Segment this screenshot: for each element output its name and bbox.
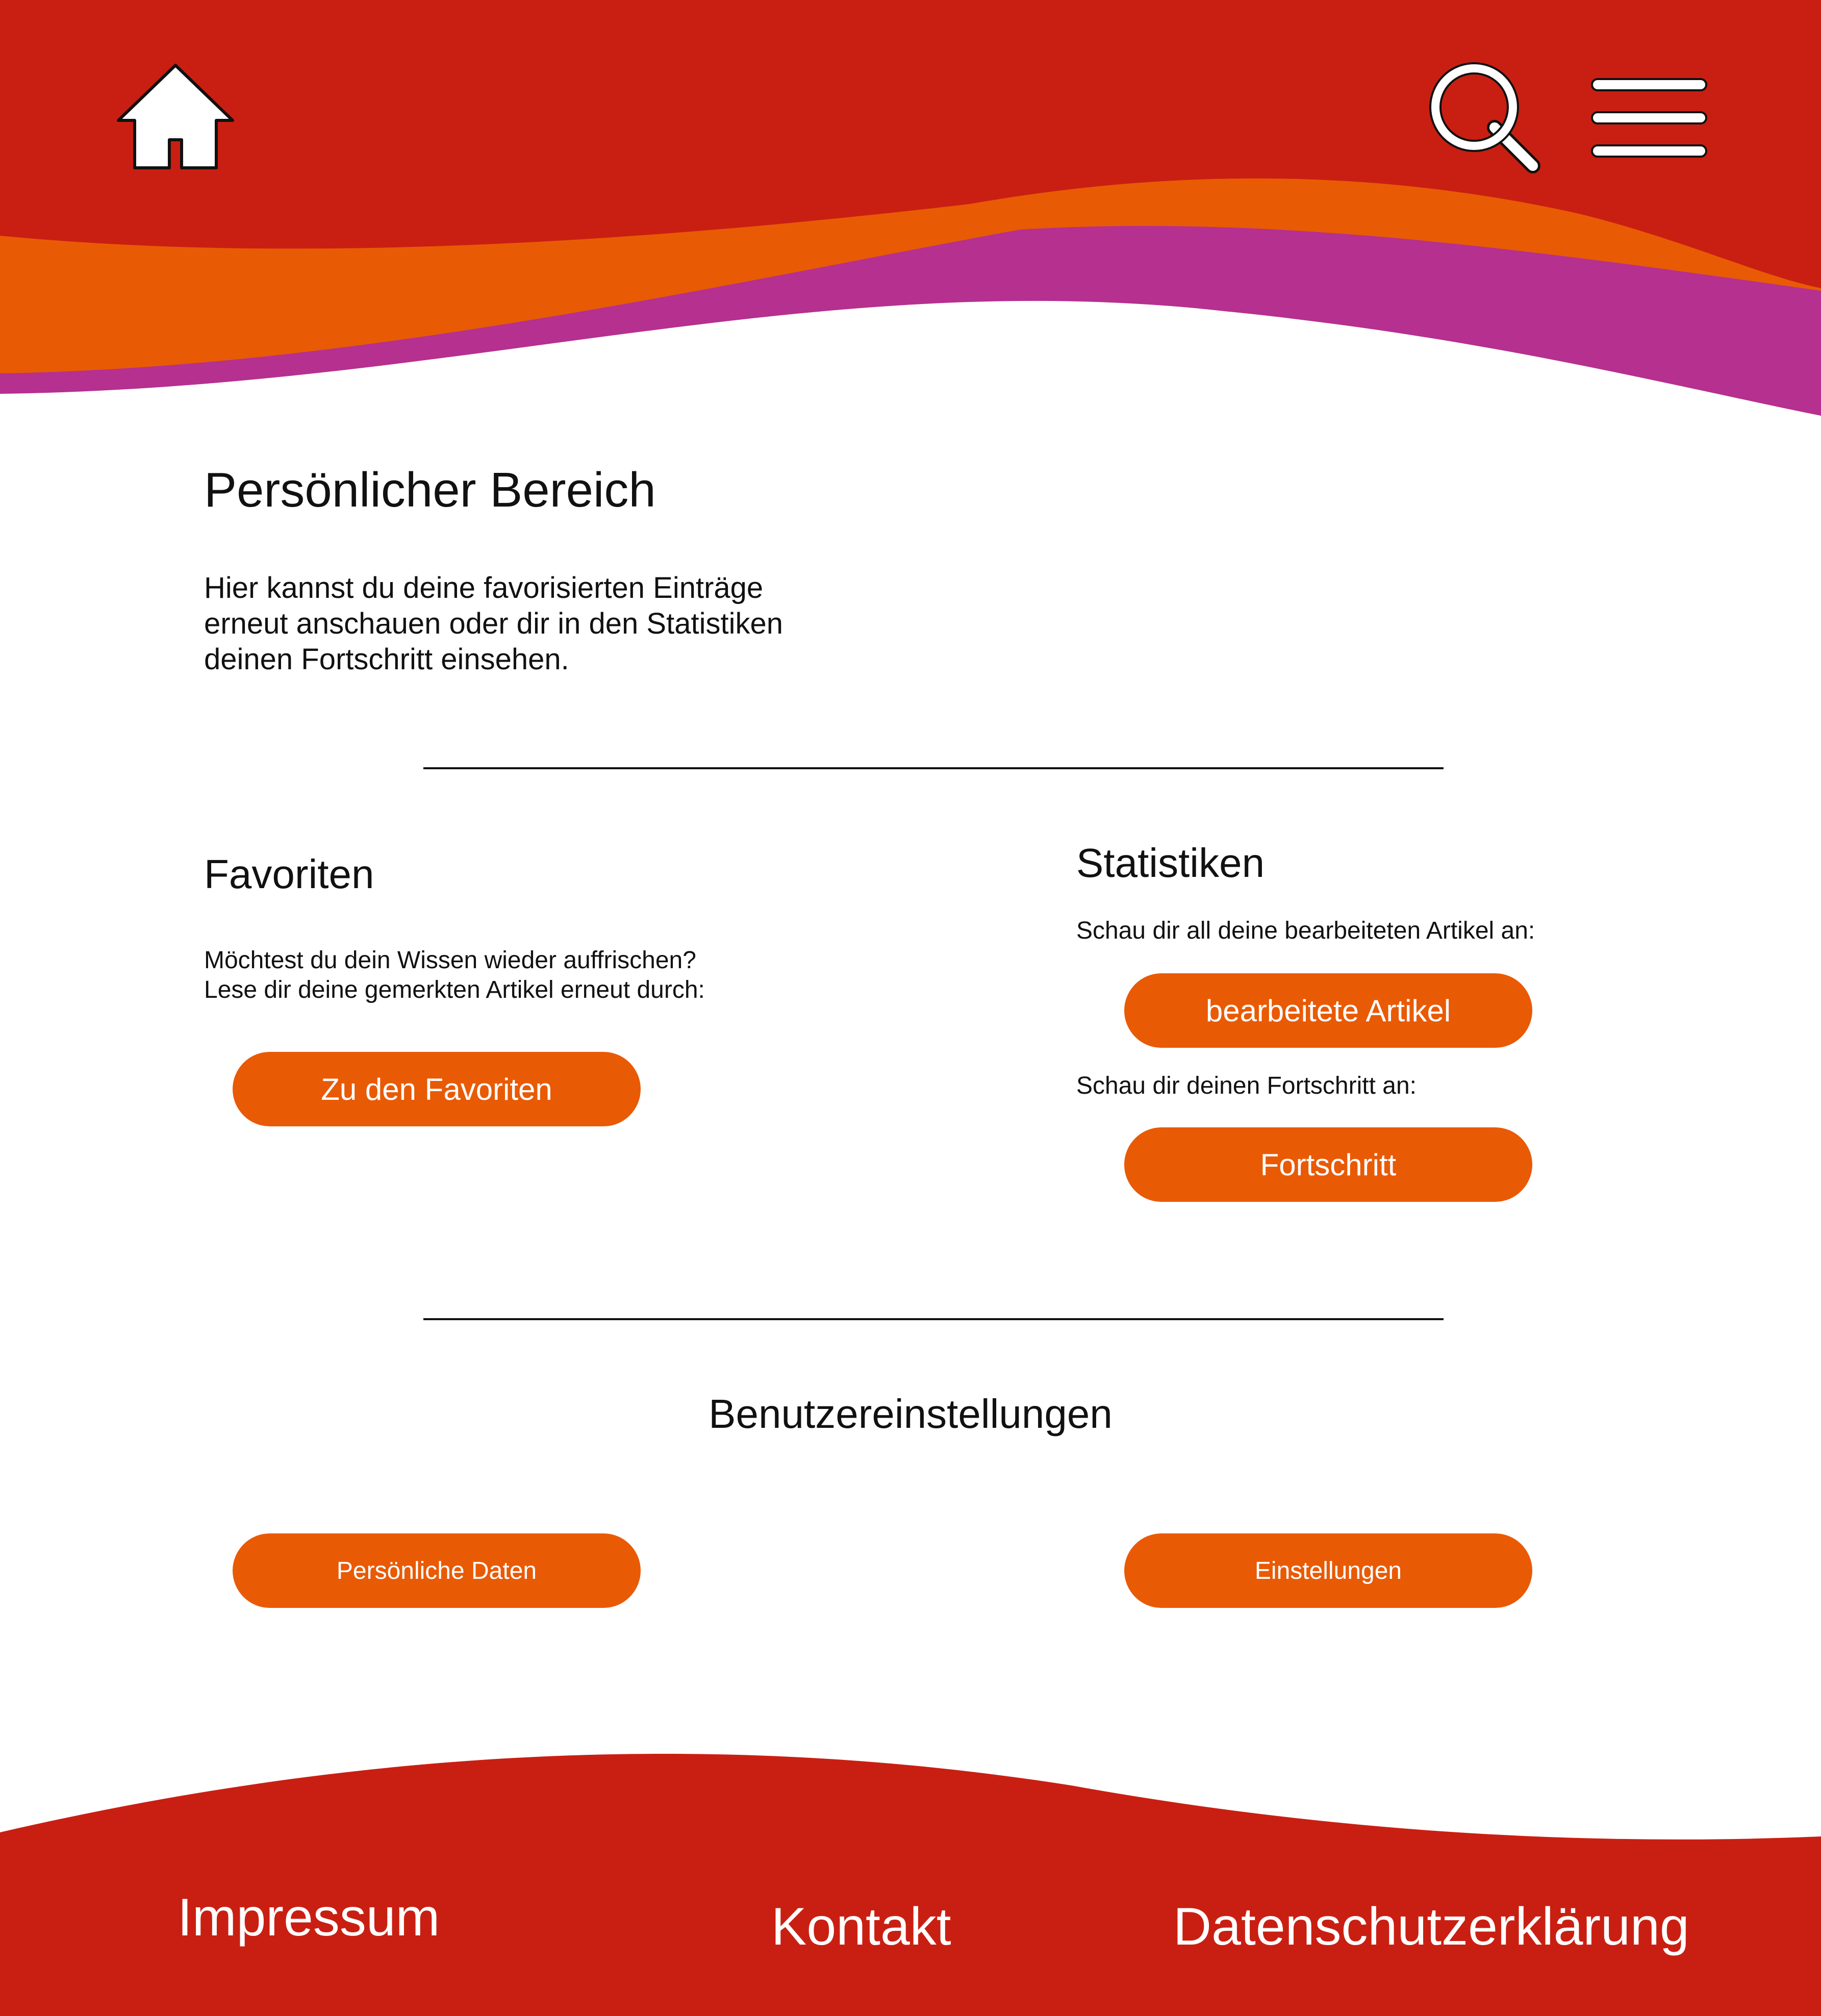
intro-text: Hier kannst du deine favorisierten Eintr… <box>204 570 783 677</box>
divider-top <box>423 767 1444 769</box>
settings-button[interactable]: Einstellungen <box>1124 1533 1532 1608</box>
search-icon[interactable] <box>1428 61 1540 173</box>
footer-wave-background <box>0 1754 1821 2016</box>
header-wave-background <box>0 0 1821 429</box>
progress-button[interactable]: Fortschritt <box>1124 1127 1532 1202</box>
personal-data-button[interactable]: Persönliche Daten <box>233 1533 641 1608</box>
divider-bottom <box>423 1318 1444 1320</box>
statistics-articles-text: Schau dir all deine bearbeiteten Artikel… <box>1076 917 1535 944</box>
page-title: Persönlicher Bereich <box>204 463 656 517</box>
footer-link-datenschutz[interactable]: Datenschutzerklärung <box>1173 1897 1689 1957</box>
intro-line: deinen Fortschritt einsehen. <box>204 643 569 676</box>
intro-line: Hier kannst du deine favorisierten Eintr… <box>204 571 764 604</box>
edited-articles-button[interactable]: bearbeitete Artikel <box>1124 973 1532 1048</box>
footer-link-kontakt[interactable]: Kontakt <box>771 1897 951 1957</box>
home-icon[interactable] <box>116 63 235 170</box>
menu-icon[interactable] <box>1590 78 1708 159</box>
favorites-button[interactable]: Zu den Favoriten <box>233 1052 641 1126</box>
favorites-heading: Favoriten <box>204 851 374 897</box>
footer-link-impressum[interactable]: Impressum <box>178 1887 440 1948</box>
statistics-heading: Statistiken <box>1076 840 1265 886</box>
user-settings-heading: Benutzereinstellungen <box>709 1391 1112 1437</box>
favorites-text-line: Lese dir deine gemerkten Artikel erneut … <box>204 976 705 1003</box>
favorites-text-line: Möchtest du dein Wissen wieder auffrisch… <box>204 947 696 974</box>
statistics-progress-text: Schau dir deinen Fortschritt an: <box>1076 1072 1417 1099</box>
footer-red-wave <box>0 1754 1821 2016</box>
favorites-text: Möchtest du dein Wissen wieder auffrisch… <box>204 946 705 1005</box>
intro-line: erneut anschauen oder dir in den Statist… <box>204 607 783 640</box>
